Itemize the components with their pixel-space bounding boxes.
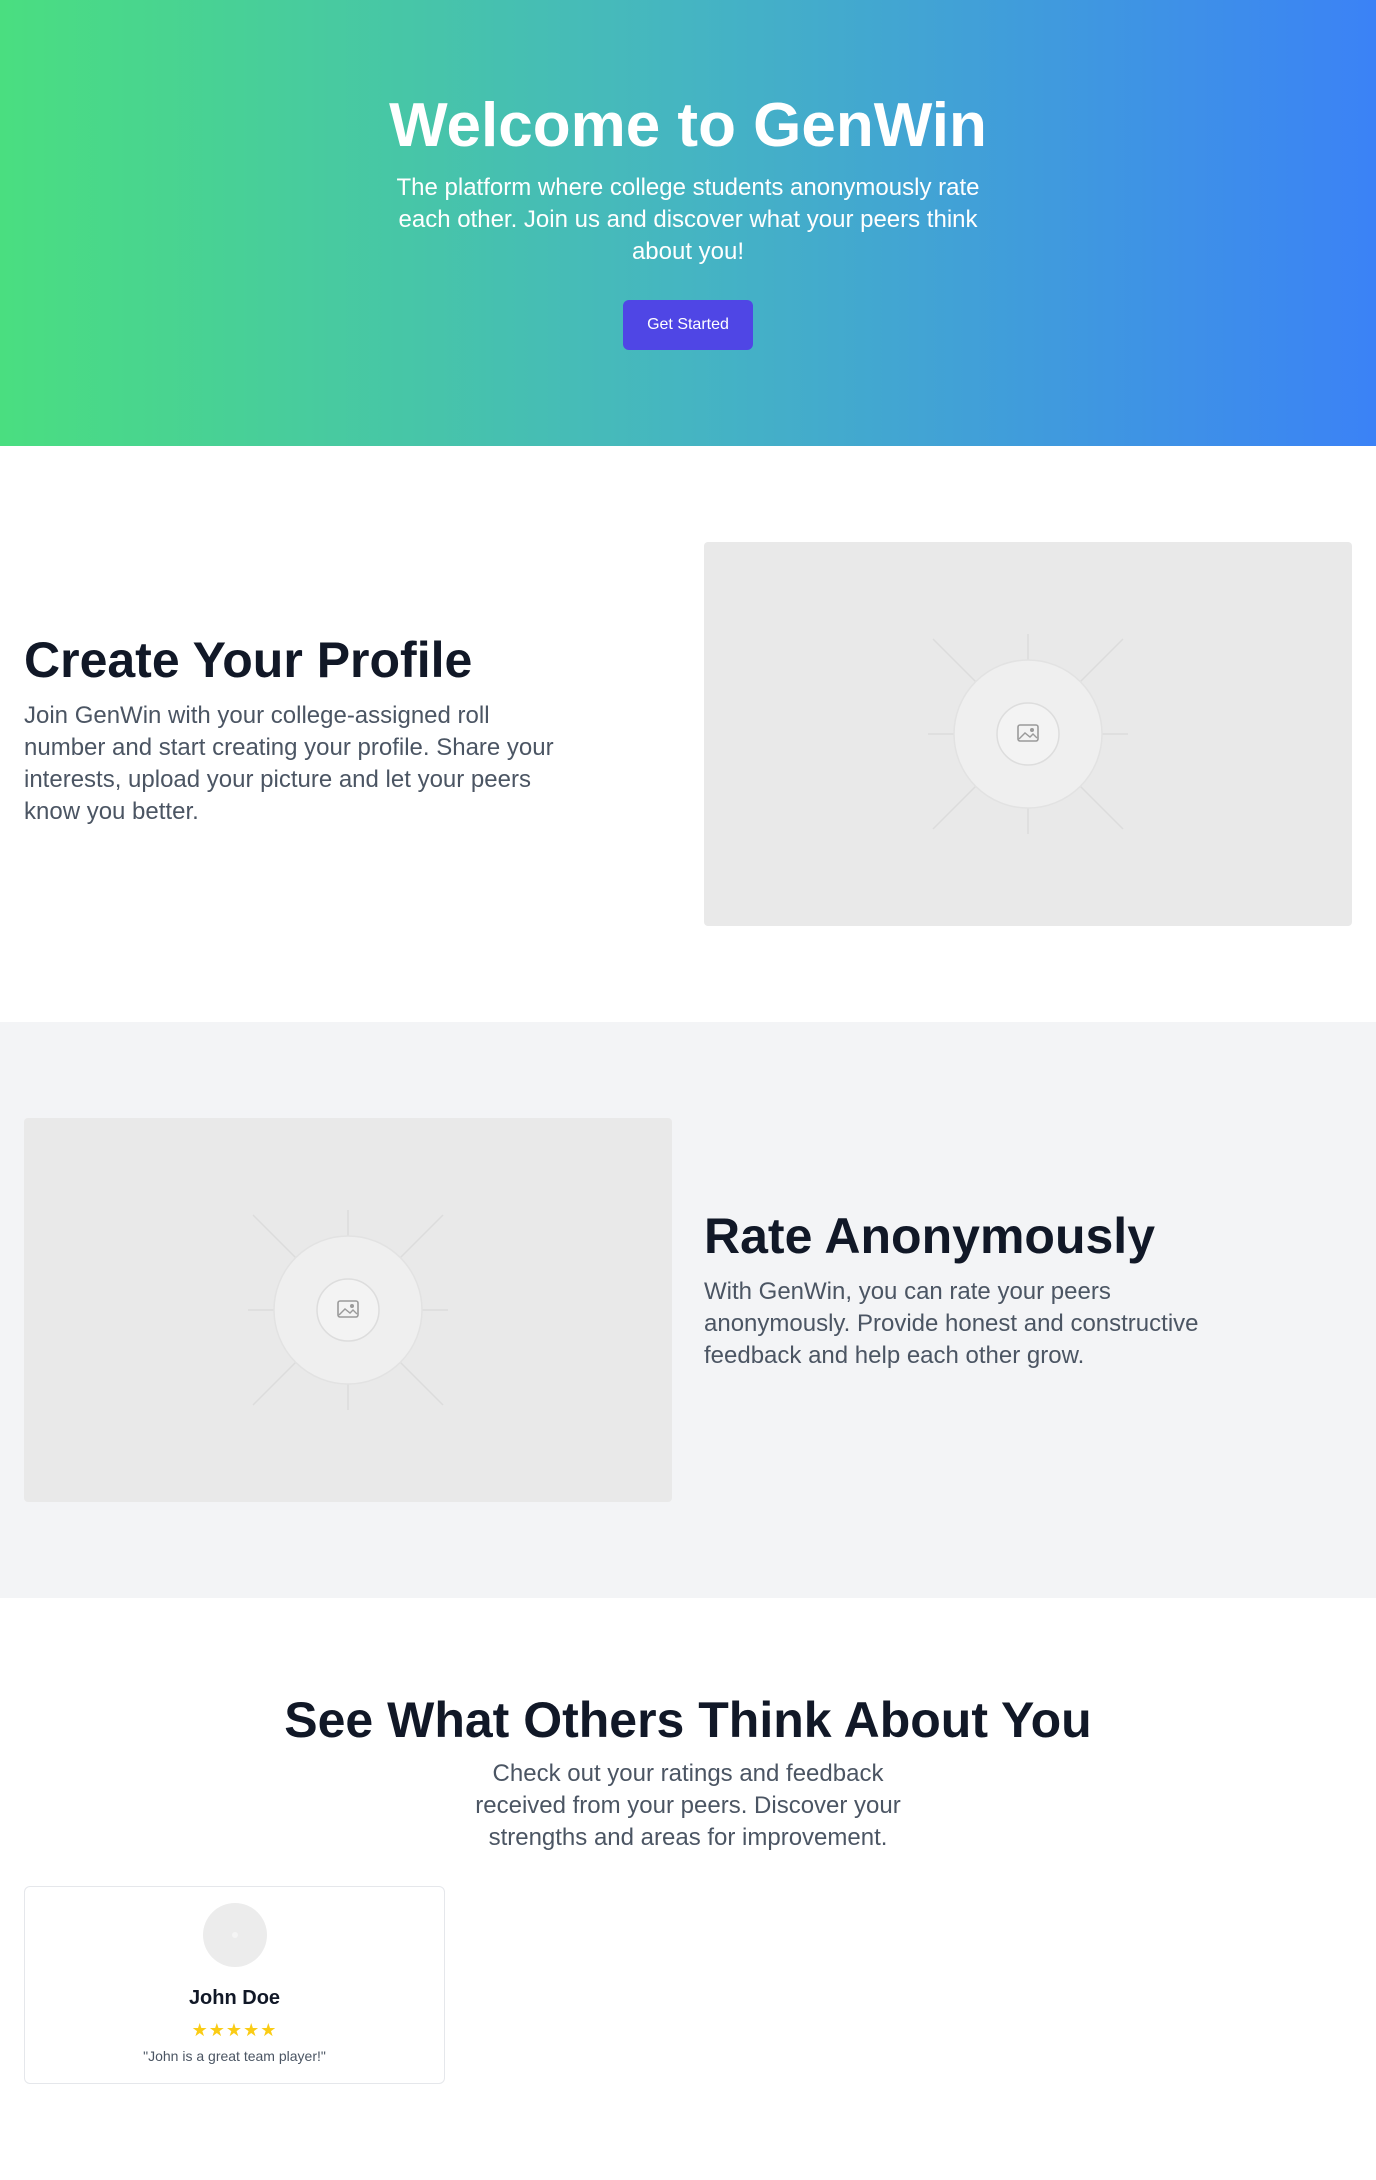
ratings-subtitle: Check out your ratings and feedback rece… (475, 1760, 901, 1851)
rate-anonymously-image (24, 1118, 672, 1502)
rating-card[interactable]: John Doe ★★★★★ "John is a great team pla… (24, 1886, 445, 2084)
create-profile-text: Join GenWin with your college-assigned r… (24, 702, 554, 825)
ratings-section: See What Others Think About You Check ou… (0, 1598, 1376, 2180)
hero-section: Welcome to GenWin The platform where col… (0, 0, 1376, 446)
create-profile-image (704, 542, 1352, 926)
star-rating-icon: ★★★★★ (191, 2020, 278, 2040)
rate-anonymously-text: With GenWin, you can rate your peers ano… (704, 1278, 1199, 1369)
create-profile-section: Create Your Profile Join GenWin with you… (0, 446, 1376, 1022)
rate-anonymously-title: Rate Anonymously (704, 1208, 1156, 1264)
rating-card-quote: "John is a great team player!" (143, 2048, 326, 2064)
rate-anonymously-section: Rate Anonymously With GenWin, you can ra… (0, 1022, 1376, 1598)
create-profile-title: Create Your Profile (24, 632, 473, 688)
avatar (203, 1903, 267, 1967)
hero-title: Welcome to GenWin (389, 91, 987, 160)
hero-subtitle: The platform where college students anon… (396, 174, 980, 265)
rating-card-name: John Doe (188, 1987, 281, 2009)
image-placeholder-icon (248, 1210, 448, 1410)
image-placeholder-icon (928, 634, 1128, 834)
get-started-button[interactable]: Get Started (623, 300, 753, 350)
ratings-title: See What Others Think About You (284, 1692, 1092, 1748)
